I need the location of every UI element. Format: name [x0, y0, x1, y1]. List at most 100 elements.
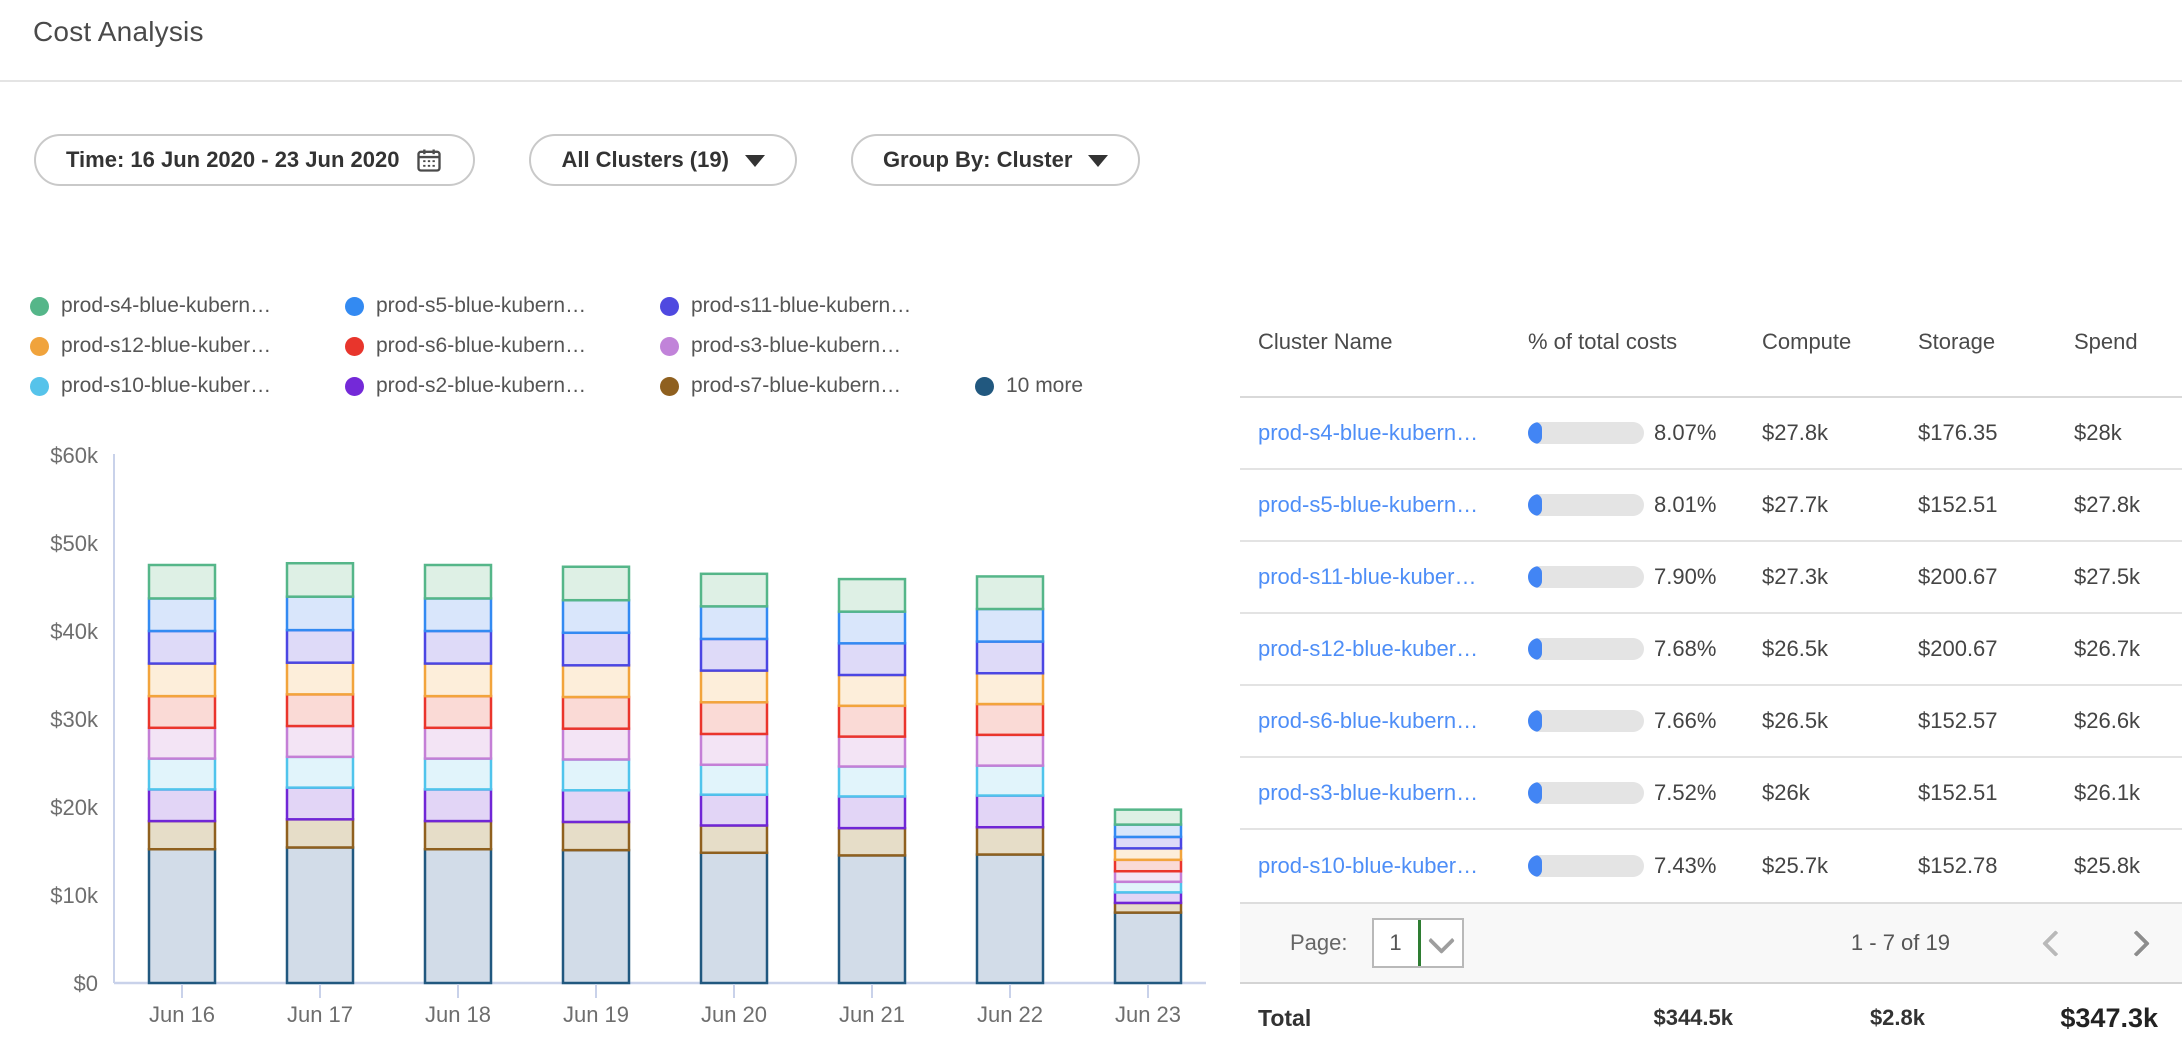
bar-segment[interactable] [839, 643, 905, 675]
bar-segment[interactable] [287, 694, 353, 726]
bar-segment[interactable] [149, 849, 215, 983]
bar-segment[interactable] [287, 726, 353, 757]
cluster-link[interactable]: prod-s3-blue-kubern… [1258, 780, 1528, 806]
bar-segment[interactable] [563, 665, 629, 697]
legend-item[interactable]: prod-s3-blue-kubern… [660, 334, 975, 358]
bar-segment[interactable] [563, 822, 629, 850]
legend-item[interactable]: prod-s12-blue-kuber… [30, 334, 345, 358]
bar-segment[interactable] [425, 598, 491, 631]
page-select[interactable]: 1 [1372, 918, 1464, 968]
bar-segment[interactable] [563, 567, 629, 600]
bar-segment[interactable] [425, 631, 491, 664]
bar-segment[interactable] [563, 759, 629, 790]
cluster-link[interactable]: prod-s10-blue-kuber… [1258, 853, 1528, 879]
bar-segment[interactable] [839, 796, 905, 828]
bar-segment[interactable] [149, 664, 215, 697]
bar-segment[interactable] [563, 729, 629, 760]
bar-segment[interactable] [701, 639, 767, 671]
bar-segment[interactable] [287, 757, 353, 788]
bar-segment[interactable] [1115, 837, 1181, 848]
bar-segment[interactable] [839, 579, 905, 612]
bar-segment[interactable] [287, 819, 353, 847]
bar-segment[interactable] [1115, 825, 1181, 837]
bar-segment[interactable] [149, 759, 215, 790]
cluster-link[interactable]: prod-s12-blue-kuber… [1258, 636, 1528, 662]
bar-segment[interactable] [1115, 810, 1181, 825]
clusters-filter[interactable]: All Clusters (19) [529, 134, 797, 186]
legend-item[interactable]: prod-s6-blue-kubern… [345, 334, 660, 358]
bar-segment[interactable] [149, 565, 215, 598]
bar-segment[interactable] [149, 631, 215, 664]
bar-segment[interactable] [1115, 860, 1181, 871]
bar-segment[interactable] [563, 600, 629, 633]
cluster-link[interactable]: prod-s4-blue-kubern… [1258, 420, 1528, 446]
legend-item[interactable]: 10 more [975, 374, 1083, 398]
bar-segment[interactable] [701, 606, 767, 639]
bar-segment[interactable] [701, 825, 767, 852]
bar-segment[interactable] [701, 734, 767, 765]
bar-segment[interactable] [425, 664, 491, 697]
legend-item[interactable]: prod-s10-blue-kuber… [30, 374, 345, 398]
bar-segment[interactable] [839, 737, 905, 767]
chevron-right-icon[interactable] [2123, 930, 2150, 957]
bar-segment[interactable] [839, 828, 905, 855]
bar-segment[interactable] [149, 696, 215, 728]
bar-segment[interactable] [977, 609, 1043, 642]
legend-item[interactable]: prod-s7-blue-kubern… [660, 374, 975, 398]
group-by-filter[interactable]: Group By: Cluster [851, 134, 1140, 186]
bar-segment[interactable] [977, 766, 1043, 796]
bar-segment[interactable] [701, 765, 767, 795]
bar-segment[interactable] [1115, 892, 1181, 903]
bar-segment[interactable] [701, 853, 767, 983]
bar-segment[interactable] [839, 706, 905, 737]
cluster-link[interactable]: prod-s5-blue-kubern… [1258, 492, 1528, 518]
bar-segment[interactable] [287, 663, 353, 695]
bar-segment[interactable] [149, 598, 215, 631]
bar-segment[interactable] [839, 675, 905, 706]
bar-segment[interactable] [287, 847, 353, 983]
bar-segment[interactable] [563, 790, 629, 822]
legend-item[interactable]: prod-s5-blue-kubern… [345, 294, 660, 318]
bar-segment[interactable] [1115, 913, 1181, 983]
bar-segment[interactable] [977, 704, 1043, 735]
bar-segment[interactable] [149, 821, 215, 849]
bar-segment[interactable] [701, 671, 767, 703]
chevron-left-icon[interactable] [2042, 930, 2069, 957]
bar-segment[interactable] [563, 697, 629, 729]
bar-segment[interactable] [977, 796, 1043, 828]
bar-segment[interactable] [701, 574, 767, 607]
bar-segment[interactable] [839, 767, 905, 797]
bar-segment[interactable] [287, 788, 353, 820]
bar-segment[interactable] [839, 612, 905, 644]
bar-segment[interactable] [977, 855, 1043, 983]
bar-segment[interactable] [1115, 871, 1181, 882]
bar-segment[interactable] [149, 789, 215, 821]
bar-segment[interactable] [287, 563, 353, 596]
time-range-filter[interactable]: Time: 16 Jun 2020 - 23 Jun 2020 [34, 134, 475, 186]
bar-segment[interactable] [839, 855, 905, 983]
bar-segment[interactable] [563, 633, 629, 666]
bar-segment[interactable] [977, 576, 1043, 609]
bar-segment[interactable] [1115, 848, 1181, 859]
bar-segment[interactable] [425, 759, 491, 790]
legend-item[interactable]: prod-s11-blue-kubern… [660, 294, 975, 318]
bar-segment[interactable] [287, 630, 353, 663]
bar-segment[interactable] [425, 565, 491, 598]
bar-segment[interactable] [1115, 882, 1181, 893]
bar-segment[interactable] [425, 696, 491, 728]
cluster-link[interactable]: prod-s11-blue-kuber… [1258, 564, 1528, 590]
bar-segment[interactable] [977, 642, 1043, 674]
cluster-link[interactable]: prod-s6-blue-kubern… [1258, 708, 1528, 734]
bar-segment[interactable] [425, 821, 491, 849]
bar-segment[interactable] [701, 795, 767, 826]
bar-segment[interactable] [977, 735, 1043, 766]
bar-segment[interactable] [149, 728, 215, 759]
legend-item[interactable]: prod-s2-blue-kubern… [345, 374, 660, 398]
legend-item[interactable]: prod-s4-blue-kubern… [30, 294, 345, 318]
bar-segment[interactable] [1115, 903, 1181, 913]
bar-segment[interactable] [977, 827, 1043, 854]
bar-segment[interactable] [287, 597, 353, 630]
bar-segment[interactable] [425, 849, 491, 983]
bar-segment[interactable] [425, 789, 491, 821]
bar-segment[interactable] [425, 728, 491, 759]
